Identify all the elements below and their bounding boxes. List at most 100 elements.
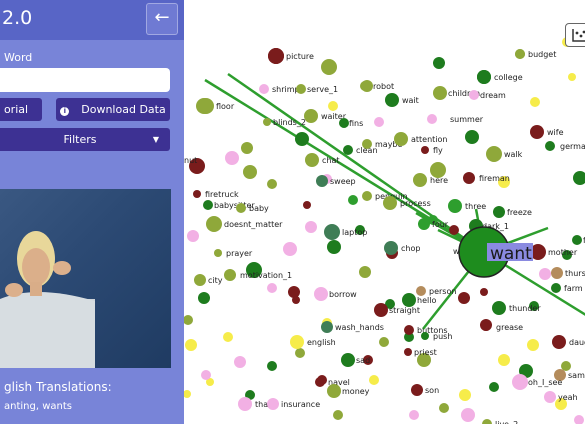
graph-node[interactable] — [283, 242, 297, 256]
graph-node[interactable] — [292, 296, 300, 304]
collapse-sidebar-button[interactable]: ← — [146, 3, 178, 35]
graph-node[interactable] — [573, 171, 585, 185]
graph-node[interactable] — [295, 348, 305, 358]
graph-node[interactable] — [477, 70, 491, 84]
graph-node[interactable] — [416, 286, 426, 296]
graph-node[interactable] — [552, 335, 566, 349]
graph-node[interactable] — [384, 241, 398, 255]
graph-node[interactable] — [290, 335, 304, 349]
graph-node[interactable] — [341, 353, 355, 367]
graph-node[interactable] — [184, 315, 193, 325]
graph-node[interactable] — [465, 130, 479, 144]
graph-node[interactable] — [267, 283, 277, 293]
graph-node[interactable] — [327, 384, 341, 398]
graph-node[interactable] — [263, 118, 271, 126]
graph-node[interactable] — [561, 361, 571, 371]
graph-node[interactable] — [512, 374, 528, 390]
graph-node[interactable] — [328, 101, 338, 111]
graph-node[interactable] — [259, 84, 269, 94]
graph-node[interactable] — [316, 175, 328, 187]
graph-node[interactable] — [418, 218, 430, 230]
graph-node[interactable] — [480, 288, 488, 296]
graph-node[interactable] — [498, 354, 510, 366]
graph-node[interactable] — [489, 382, 499, 392]
graph-node[interactable] — [427, 114, 437, 124]
graph-node[interactable] — [324, 224, 340, 240]
graph-node[interactable] — [421, 146, 429, 154]
graph-node[interactable] — [194, 274, 206, 286]
graph-node[interactable] — [295, 132, 309, 146]
graph-node[interactable] — [206, 216, 222, 232]
graph-node[interactable] — [267, 179, 277, 189]
graph-node[interactable] — [184, 390, 191, 398]
graph-node[interactable] — [448, 199, 462, 213]
graph-node[interactable] — [348, 195, 358, 205]
graph-node[interactable] — [315, 377, 325, 387]
download-data-button[interactable]: i Download Data — [56, 98, 170, 121]
graph-node[interactable] — [461, 408, 475, 422]
graph-node[interactable] — [333, 410, 343, 420]
graph-node[interactable] — [482, 323, 490, 331]
center-node[interactable]: want — [458, 226, 533, 278]
graph-node[interactable] — [493, 206, 505, 218]
graph-node[interactable] — [187, 230, 199, 242]
word-search-input[interactable] — [0, 68, 170, 92]
graph-node[interactable] — [234, 356, 246, 368]
graph-node[interactable] — [296, 84, 306, 94]
graph-node[interactable] — [193, 190, 201, 198]
graph-node[interactable] — [267, 398, 279, 410]
graph-node[interactable] — [185, 339, 197, 351]
graph-node[interactable] — [267, 361, 277, 371]
graph-node[interactable] — [214, 249, 222, 257]
graph-node[interactable] — [303, 201, 311, 209]
graph-node[interactable] — [544, 391, 556, 403]
graph-node[interactable] — [551, 283, 561, 293]
graph-node[interactable] — [362, 139, 372, 149]
filters-button[interactable]: Filters ▼ — [0, 128, 170, 151]
tutorial-button[interactable]: orial — [0, 98, 42, 121]
graph-node[interactable] — [360, 81, 370, 91]
graph-node[interactable] — [321, 321, 333, 333]
graph-node[interactable] — [411, 384, 423, 396]
graph-node[interactable] — [551, 267, 563, 279]
graph-node[interactable] — [459, 389, 471, 401]
graph-node[interactable] — [321, 59, 337, 75]
graph-node[interactable] — [339, 118, 349, 128]
graph-node[interactable] — [463, 172, 475, 184]
graph-node[interactable] — [305, 153, 319, 167]
graph-node[interactable] — [369, 375, 379, 385]
graph-node[interactable] — [433, 57, 445, 69]
graph-node[interactable] — [394, 132, 408, 146]
graph-node[interactable] — [374, 303, 388, 317]
graph-node[interactable] — [385, 93, 399, 107]
graph-node[interactable] — [379, 337, 389, 347]
graph-node[interactable] — [327, 240, 341, 254]
graph-node[interactable] — [539, 268, 551, 280]
graph-node[interactable] — [458, 292, 470, 304]
graph-node[interactable] — [545, 141, 555, 151]
graph-node[interactable] — [568, 73, 576, 81]
sign-video[interactable] — [0, 189, 171, 368]
graph-node[interactable] — [241, 142, 253, 154]
graph-node[interactable] — [304, 109, 318, 123]
graph-node[interactable] — [236, 203, 246, 213]
graph-node[interactable] — [402, 293, 416, 307]
graph-node[interactable] — [574, 415, 584, 424]
graph-node[interactable] — [530, 125, 544, 139]
graph-layout-button[interactable] — [565, 23, 585, 47]
graph-node[interactable] — [449, 225, 459, 235]
graph-node[interactable] — [268, 48, 284, 64]
graph-node[interactable] — [243, 165, 257, 179]
graph-node[interactable] — [492, 301, 506, 315]
graph-node[interactable] — [572, 235, 582, 245]
graph-node[interactable] — [486, 146, 502, 162]
graph-node[interactable] — [413, 173, 427, 187]
graph-node[interactable] — [314, 287, 328, 301]
graph-node[interactable] — [362, 191, 372, 201]
graph-node[interactable] — [225, 151, 239, 165]
graph-node[interactable] — [374, 117, 384, 127]
graph-node[interactable] — [409, 410, 419, 420]
graph-node[interactable] — [439, 403, 449, 413]
graph-node[interactable] — [433, 86, 447, 100]
graph-node[interactable] — [383, 196, 397, 210]
